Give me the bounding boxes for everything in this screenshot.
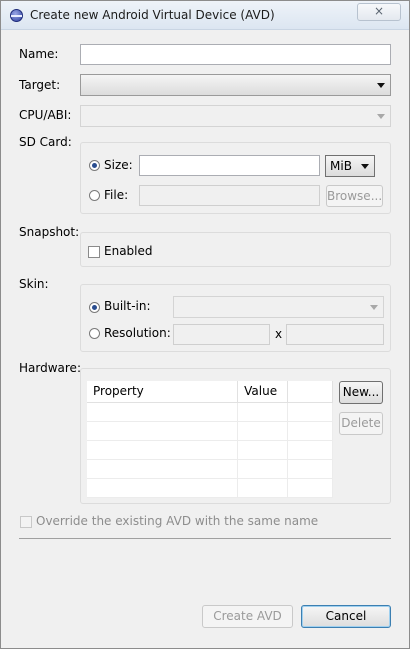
table-cell [237,478,289,498]
column-header-filler [287,381,333,403]
avd-dialog: Create new Android Virtual Device (AVD) … [0,0,410,649]
sd-card-label: SD Card: [19,135,72,149]
table-cell [87,402,239,422]
table-row[interactable] [87,440,333,460]
browse-button[interactable]: Browse... [326,185,383,207]
sd-file-label: File: [104,188,129,202]
override-label: Override the existing AVD with the same … [36,514,319,528]
chevron-down-icon [377,114,385,119]
column-header-property[interactable]: Property [87,381,239,403]
target-label: Target: [19,78,61,92]
name-input[interactable] [80,44,391,65]
cpu-abi-label: CPU/ABI: [19,108,72,122]
new-hardware-button[interactable]: New... [339,381,383,404]
override-checkbox[interactable] [20,516,32,528]
table-row[interactable] [87,478,333,498]
resolution-x-separator: x [275,327,283,341]
resolution-height-input[interactable] [286,324,384,345]
skin-resolution-radio[interactable] [89,328,100,339]
window-title: Create new Android Virtual Device (AVD) [30,8,275,22]
skin-builtin-radio[interactable] [89,302,100,313]
table-row[interactable] [87,421,333,441]
table-cell [237,459,289,479]
table-cell [287,440,333,460]
title-bar: Create new Android Virtual Device (AVD) … [1,1,409,30]
table-cell [87,478,239,498]
table-cell [237,440,289,460]
sd-file-radio[interactable] [89,190,100,201]
chevron-down-icon [377,83,385,88]
table-cell [237,402,289,422]
table-cell [287,421,333,441]
sd-size-label: Size: [104,158,133,172]
footer-divider [19,538,391,539]
snapshot-label: Snapshot: [19,225,80,239]
sd-unit-dropdown[interactable]: MiB [325,155,375,177]
skin-resolution-label: Resolution: [104,326,171,340]
hardware-label: Hardware: [19,361,81,375]
close-icon[interactable]: × [357,3,401,21]
hardware-table-header: Property Value [87,381,333,403]
table-cell [287,402,333,422]
hardware-table[interactable]: Property Value [87,381,333,498]
skin-builtin-label: Built-in: [104,299,151,313]
sd-file-input[interactable] [139,185,320,206]
resolution-width-input[interactable] [173,324,270,345]
skin-label: Skin: [19,277,49,291]
create-avd-button[interactable]: Create AVD [202,605,293,628]
chevron-down-icon [370,305,378,310]
snapshot-enabled-checkbox[interactable] [88,246,100,258]
cpu-abi-dropdown[interactable] [80,105,391,127]
delete-hardware-button[interactable]: Delete [339,412,383,435]
table-cell [237,421,289,441]
cancel-button[interactable]: Cancel [301,605,391,628]
target-dropdown[interactable] [80,74,391,96]
eclipse-app-icon [10,9,23,22]
table-cell [287,459,333,479]
table-row[interactable] [87,402,333,422]
snapshot-enabled-label: Enabled [104,244,153,258]
sd-size-input[interactable] [139,155,320,176]
table-cell [87,421,239,441]
chevron-down-icon [361,164,369,169]
table-cell [287,478,333,498]
table-cell [87,459,239,479]
sd-size-radio[interactable] [89,160,100,171]
table-cell [87,440,239,460]
name-label: Name: [19,47,59,61]
skin-builtin-dropdown[interactable] [173,296,384,318]
table-row[interactable] [87,459,333,479]
sd-unit-value: MiB [330,159,352,173]
column-header-value[interactable]: Value [237,381,289,403]
